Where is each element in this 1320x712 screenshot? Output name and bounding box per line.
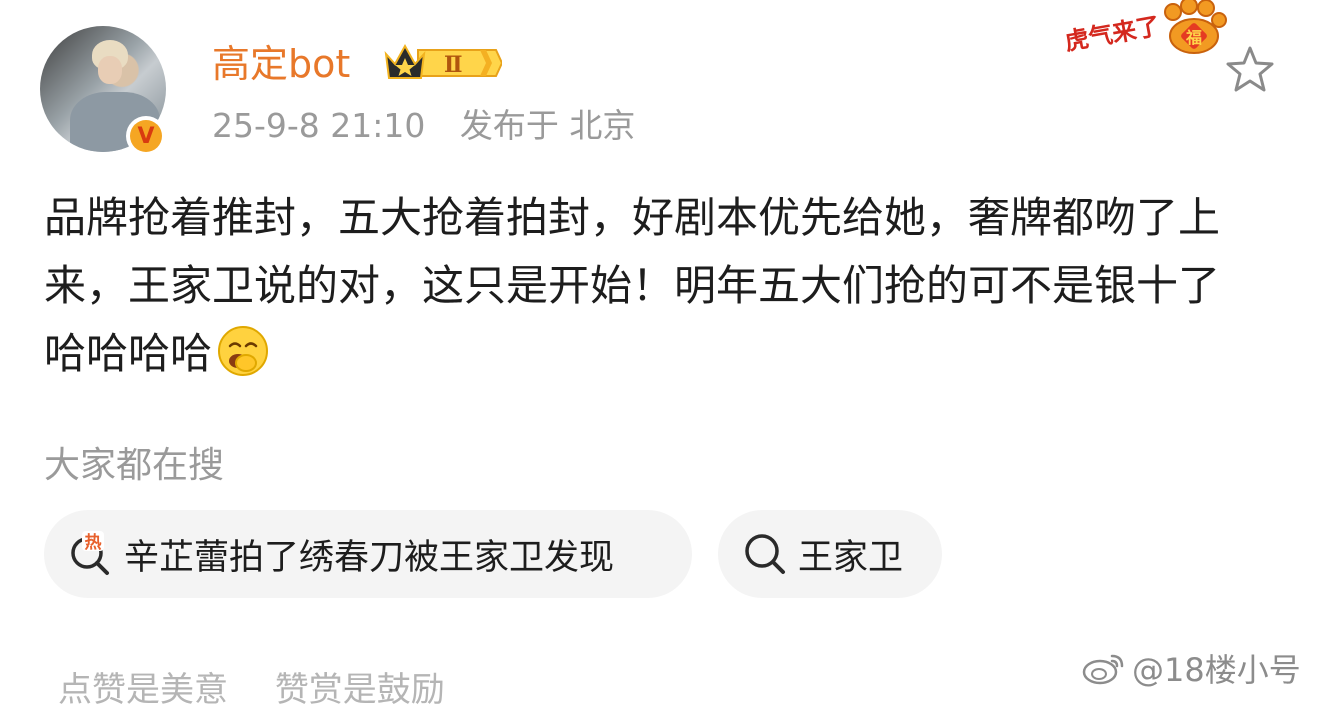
- search-chip[interactable]: 王家卫: [718, 510, 942, 598]
- favorite-star-icon[interactable]: [1224, 44, 1276, 96]
- paw-icon: 福: [1164, 0, 1227, 54]
- reward-text: 赞赏是鼓励: [274, 670, 445, 710]
- watermark-text: @18楼小号: [1132, 651, 1301, 689]
- svg-text:热: 热: [85, 532, 102, 553]
- search-section-title: 大家都在搜: [44, 445, 225, 486]
- svg-text:福: 福: [1185, 28, 1202, 47]
- post-timestamp: 25-9-8 21:10: [212, 106, 426, 145]
- hot-search-label: 辛芷蕾拍了绣春刀被王家卫发现: [124, 537, 615, 578]
- post-content: 品牌抢着推封，五大抢着拍封，好剧本优先给她，奢牌都吻了上来，王家卫说的对，这只是…: [44, 184, 1244, 388]
- post-location: 发布于 北京: [459, 106, 636, 145]
- weibo-logo-icon: [1082, 654, 1124, 685]
- hot-search-chip[interactable]: 热 辛芷蕾拍了绣春刀被王家卫发现: [44, 510, 692, 598]
- laughing-emoji-icon: [218, 326, 269, 376]
- search-icon: [745, 534, 785, 574]
- search-chip-label: 王家卫: [798, 537, 904, 578]
- username[interactable]: 高定bot: [212, 40, 350, 88]
- post-meta: 25-9-8 21:10 发布于 北京: [212, 104, 635, 148]
- hot-search-icon: 热: [71, 531, 109, 575]
- level-text: Ⅱ: [444, 52, 463, 78]
- level-crown-badge[interactable]: Ⅱ: [384, 42, 502, 84]
- tiger-sticker: 虎气来了 福: [1062, 0, 1232, 58]
- watermark: @18楼小号: [1082, 646, 1301, 690]
- like-text: 点赞是美意: [58, 670, 228, 710]
- footer-note: 点赞是美意 赞赏是鼓励: [58, 668, 445, 712]
- verified-badge-icon: V: [126, 116, 166, 156]
